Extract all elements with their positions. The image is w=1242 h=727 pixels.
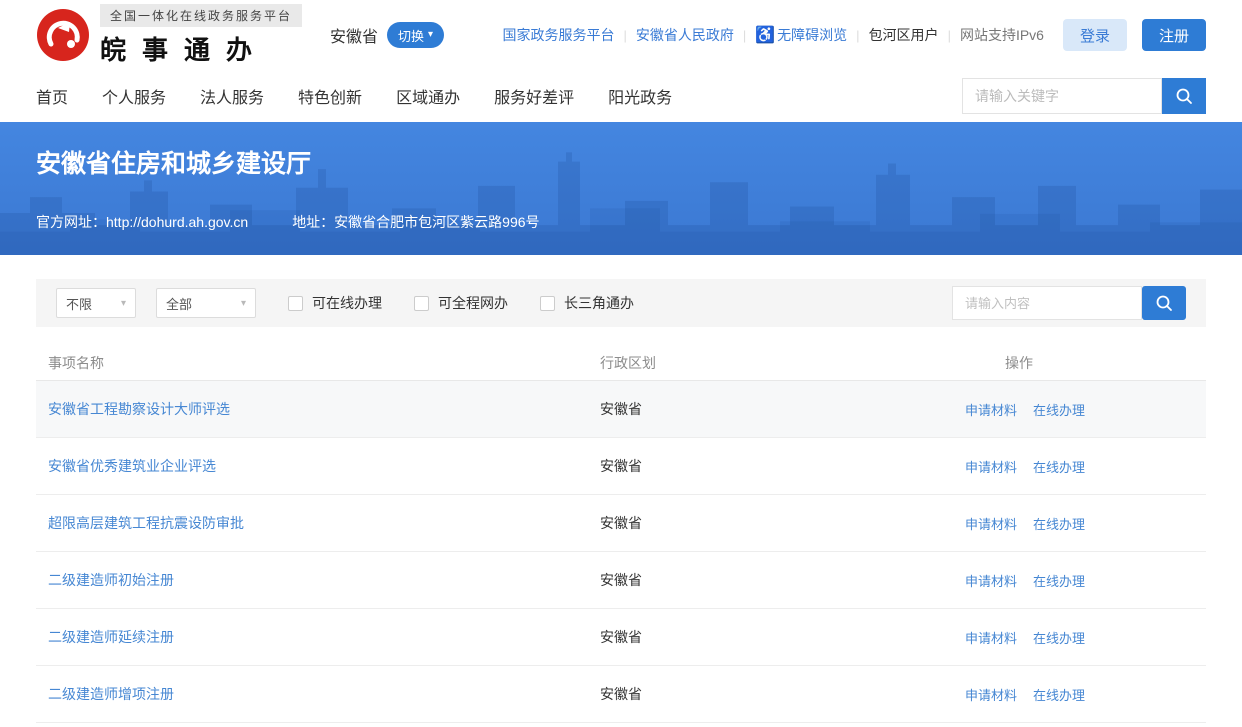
checkbox-icon[interactable] (414, 296, 429, 311)
service-region: 安徽省 (588, 627, 953, 647)
main-nav: 首页 个人服务 法人服务 特色创新 区域通办 服务好差评 阳光政务 (0, 70, 1242, 122)
apply-materials-link[interactable]: 申请材料 (965, 400, 1017, 419)
register-button[interactable]: 注册 (1142, 19, 1206, 51)
table-row: 超限高层建筑工程抗震设防审批 安徽省 申请材料 在线办理 (36, 495, 1206, 552)
apply-materials-link[interactable]: 申请材料 (965, 514, 1017, 533)
department-info: 官方网址：http://dohurd.ah.gov.cn 地址：安徽省合肥市包河… (36, 212, 1206, 232)
accessibility-label: 无障碍浏览 (777, 27, 847, 43)
category-filter-value: 全部 (166, 294, 192, 313)
region-switch: 安徽省 切换 ▾ (330, 22, 444, 48)
online-handle-link[interactable]: 在线办理 (1033, 571, 1085, 590)
chevron-down-icon: ▾ (121, 298, 126, 309)
divider: | (948, 28, 951, 43)
column-header-name: 事项名称 (36, 353, 588, 373)
chevron-down-icon: ▾ (241, 298, 246, 309)
checkbox-label: 可在线办理 (312, 293, 382, 313)
keyword-search-input[interactable] (962, 78, 1162, 114)
service-region: 安徽省 (588, 684, 953, 704)
online-handle-link[interactable]: 在线办理 (1033, 514, 1085, 533)
link-district-user[interactable]: 包河区用户 (869, 25, 939, 45)
nav-item-legal[interactable]: 法人服务 (200, 84, 264, 108)
apply-materials-link[interactable]: 申请材料 (965, 571, 1017, 590)
service-name-link[interactable]: 超限高层建筑工程抗震设防审批 (48, 515, 244, 531)
official-website: 官方网址：http://dohurd.ah.gov.cn (36, 212, 248, 232)
service-name-link[interactable]: 二级建造师初始注册 (48, 572, 174, 588)
search-icon (1154, 293, 1174, 313)
nav-search (962, 78, 1206, 114)
filter-yangtze-delta[interactable]: 长三角通办 (540, 293, 634, 313)
services-table: 事项名称 行政区划 操作 安徽省工程勘察设计大师评选 安徽省 申请材料 在线办理… (36, 345, 1206, 723)
site-name: 皖事通办 (100, 30, 302, 67)
table-row: 二级建造师初始注册 安徽省 申请材料 在线办理 (36, 552, 1206, 609)
platform-banner: 全国一体化在线政务服务平台 (100, 4, 302, 27)
content-search-button[interactable] (1142, 286, 1186, 320)
header-links: 国家政务服务平台 | 安徽省人民政府 | ♿无障碍浏览 | 包河区用户 | 网站… (502, 19, 1206, 51)
online-handle-link[interactable]: 在线办理 (1033, 628, 1085, 647)
category-filter-dropdown[interactable]: 全部 ▾ (156, 288, 256, 318)
column-header-region: 行政区划 (588, 353, 953, 373)
region-filter-dropdown[interactable]: 不限 ▾ (56, 288, 136, 318)
online-handle-link[interactable]: 在线办理 (1033, 457, 1085, 476)
brand-block: 全国一体化在线政务服务平台 皖事通办 (100, 4, 302, 67)
link-national-platform[interactable]: 国家政务服务平台 (502, 25, 614, 45)
divider: | (856, 28, 859, 43)
filter-search (952, 286, 1186, 320)
link-accessibility[interactable]: ♿无障碍浏览 (755, 25, 847, 45)
nav-item-regional[interactable]: 区域通办 (396, 84, 460, 108)
region-label: 安徽省 (330, 23, 378, 47)
switch-label: 切换 (398, 26, 424, 45)
search-icon (1174, 86, 1194, 106)
service-region: 安徽省 (588, 513, 953, 533)
apply-materials-link[interactable]: 申请材料 (965, 628, 1017, 647)
service-region: 安徽省 (588, 399, 953, 419)
filter-online-available[interactable]: 可在线办理 (288, 293, 382, 313)
link-provincial-gov[interactable]: 安徽省人民政府 (636, 25, 734, 45)
table-row: 安徽省工程勘察设计大师评选 安徽省 申请材料 在线办理 (36, 381, 1206, 438)
logo-icon (36, 8, 90, 62)
divider: | (743, 28, 746, 43)
keyword-search-button[interactable] (1162, 78, 1206, 114)
chevron-down-icon: ▾ (428, 30, 433, 40)
filter-bar: 不限 ▾ 全部 ▾ 可在线办理 可全程网办 长三角通办 (36, 279, 1206, 327)
service-name-link[interactable]: 安徽省工程勘察设计大师评选 (48, 401, 230, 417)
online-handle-link[interactable]: 在线办理 (1033, 400, 1085, 419)
checkbox-label: 长三角通办 (564, 293, 634, 313)
accessibility-icon: ♿ (755, 27, 775, 44)
online-handle-link[interactable]: 在线办理 (1033, 685, 1085, 704)
table-row: 二级建造师延续注册 安徽省 申请材料 在线办理 (36, 609, 1206, 666)
service-region: 安徽省 (588, 570, 953, 590)
nav-item-personal[interactable]: 个人服务 (102, 84, 166, 108)
apply-materials-link[interactable]: 申请材料 (965, 457, 1017, 476)
service-name-link[interactable]: 安徽省优秀建筑业企业评选 (48, 458, 216, 474)
nav-item-home[interactable]: 首页 (36, 84, 68, 108)
department-address: 地址：安徽省合肥市包河区紫云路996号 (292, 212, 539, 232)
link-ipv6[interactable]: 网站支持IPv6 (960, 25, 1044, 45)
table-row: 二级建造师增项注册 安徽省 申请材料 在线办理 (36, 666, 1206, 723)
content-search-input[interactable] (952, 286, 1142, 320)
checkbox-icon[interactable] (288, 296, 303, 311)
region-filter-value: 不限 (66, 294, 92, 313)
filter-fully-online[interactable]: 可全程网办 (414, 293, 508, 313)
top-header: 全国一体化在线政务服务平台 皖事通办 安徽省 切换 ▾ 国家政务服务平台 | 安… (0, 0, 1242, 70)
divider: | (623, 28, 626, 43)
region-switch-button[interactable]: 切换 ▾ (387, 22, 444, 48)
login-button[interactable]: 登录 (1063, 19, 1127, 51)
column-header-actions: 操作 (953, 353, 1206, 373)
hero-banner: 安徽省住房和城乡建设厅 官方网址：http://dohurd.ah.gov.cn… (0, 122, 1242, 255)
nav-item-feedback[interactable]: 服务好差评 (494, 84, 574, 108)
checkbox-icon[interactable] (540, 296, 555, 311)
apply-materials-link[interactable]: 申请材料 (965, 685, 1017, 704)
nav-item-innovation[interactable]: 特色创新 (298, 84, 362, 108)
site-logo[interactable] (36, 8, 90, 62)
nav-item-open-gov[interactable]: 阳光政务 (608, 84, 672, 108)
service-name-link[interactable]: 二级建造师延续注册 (48, 629, 174, 645)
service-region: 安徽省 (588, 456, 953, 476)
table-header: 事项名称 行政区划 操作 (36, 345, 1206, 381)
checkbox-label: 可全程网办 (438, 293, 508, 313)
table-row: 安徽省优秀建筑业企业评选 安徽省 申请材料 在线办理 (36, 438, 1206, 495)
department-title: 安徽省住房和城乡建设厅 (36, 144, 1206, 180)
service-name-link[interactable]: 二级建造师增项注册 (48, 686, 174, 702)
